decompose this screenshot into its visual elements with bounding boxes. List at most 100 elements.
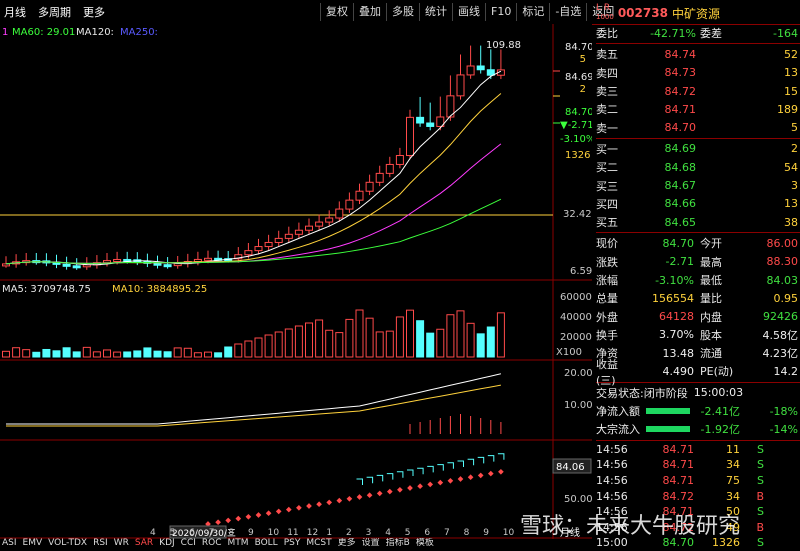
restore-rights-button[interactable]: 复权 — [320, 3, 353, 21]
volume-bar — [33, 352, 40, 357]
volume-bar — [184, 348, 191, 357]
axis-vol-1: 5 — [580, 54, 586, 65]
axis-low: 6.59 — [570, 266, 592, 277]
volume-bar — [73, 352, 80, 357]
sell-row: 卖一 84.70 5 — [596, 118, 800, 136]
candle-body — [336, 209, 343, 218]
axis-volume: 1326 — [565, 150, 590, 161]
x-tick: 8 — [228, 528, 234, 538]
volume-bar — [396, 317, 403, 357]
x-tick: 5 — [170, 528, 176, 538]
quote-panel: 委比 -42.71% 委差 -164 卖五 84.74 52 卖四 84.73 13 卖三 8… — [596, 24, 800, 551]
candle-body — [205, 258, 212, 260]
stock-header: L R 1000 002738 中矿资源 — [596, 4, 720, 22]
candle-body — [407, 117, 414, 155]
tab-vol-tdx[interactable]: VOL-TDX — [48, 538, 87, 549]
candle-body — [346, 200, 353, 209]
watermark: 雪球：未来大牛股研究 — [520, 508, 740, 540]
tab-multi-period[interactable]: 多周期 — [38, 4, 71, 20]
period-tabs: 月线 多周期 更多 — [4, 4, 105, 20]
vol-axis-1: 60000 — [560, 292, 592, 303]
candle-body — [487, 70, 494, 75]
candle-body — [154, 263, 161, 265]
tick-row: 14:56 84.71 34 S — [596, 457, 800, 473]
buy-row: 买二 84.68 54 — [596, 158, 800, 176]
volume-bar — [134, 351, 141, 357]
watchlist-button[interactable]: -自选 — [549, 3, 586, 21]
statistics-button[interactable]: 统计 — [419, 3, 452, 21]
x-tick: 10 — [503, 528, 515, 538]
volume-bar — [386, 331, 393, 357]
legend-ma60: MA60: 29.01 — [12, 27, 75, 38]
tick-row: 14:56 84.71 11 S — [596, 442, 800, 458]
more-menu[interactable]: 更多 — [83, 4, 105, 20]
volume-bar — [376, 332, 383, 357]
volume-bar — [295, 326, 302, 357]
stock-code: 002738 — [618, 6, 668, 20]
draw-line-button[interactable]: 画线 — [452, 3, 485, 21]
volume-bar — [306, 323, 313, 357]
stat-row: 收益(三) 4.490 PE(动) 14.2 — [596, 362, 800, 380]
sar-axis-level: 50.00 — [564, 494, 592, 505]
x-tick: 7 — [209, 528, 215, 538]
candle-body — [306, 226, 313, 230]
tab-monthly[interactable]: 月线 — [4, 4, 26, 20]
tab-emv[interactable]: EMV — [23, 538, 43, 549]
candle-body — [3, 264, 10, 266]
candle-body — [396, 156, 403, 165]
volume-bar — [53, 351, 60, 357]
tab-rsi[interactable]: RSI — [93, 538, 108, 549]
indicator-tabs: ASI EMV VOL-TDX RSI WR SAR KDJ CCI ROC M… — [0, 538, 594, 549]
volume-bar — [255, 338, 262, 357]
tab-sar[interactable]: SAR — [135, 538, 153, 549]
vol-axis-3: 20000 — [560, 332, 592, 343]
tab-mtm[interactable]: MTM — [228, 538, 249, 549]
volume-bar — [437, 329, 444, 357]
tab-roc[interactable]: ROC — [202, 538, 222, 549]
tab-kdj[interactable]: KDJ — [159, 538, 175, 549]
candle-body — [457, 75, 464, 96]
volume-bar — [225, 347, 232, 357]
tab-settings[interactable]: 设置 — [362, 538, 380, 549]
toolbar: 月线 多周期 更多 复权 叠加 多股 统计 画线 F10 标记 -自选 返回 L… — [0, 0, 800, 25]
tab-mcst[interactable]: MCST — [306, 538, 331, 549]
candle-body — [316, 222, 323, 226]
volume-bar — [487, 327, 494, 357]
tab-asi[interactable]: ASI — [2, 538, 17, 549]
candle-body — [386, 164, 393, 173]
volume-bar — [3, 351, 10, 357]
overlay-button[interactable]: 叠加 — [353, 3, 386, 21]
x-tick: 3 — [366, 528, 372, 538]
weibi-value: -42.71% — [636, 27, 696, 40]
candle-body — [326, 218, 333, 222]
volume-bar — [275, 332, 282, 357]
vol-axis-unit: X100 — [556, 347, 582, 358]
volume-bar — [427, 333, 434, 357]
sell-row: 卖二 84.71 189 — [596, 100, 800, 118]
candle-body — [376, 173, 383, 182]
candle-body — [285, 234, 292, 238]
stats-grid: 现价 84.70 今开 86.00 涨跌 -2.71 最高 88.30 涨幅 -3.10% 最低 84… — [596, 234, 800, 380]
volume-bar — [346, 319, 353, 357]
volume-bar — [467, 323, 474, 357]
volume-bar — [336, 333, 343, 357]
volume-bar — [164, 352, 171, 357]
tab-cci[interactable]: CCI — [181, 538, 196, 549]
volume-bar — [356, 310, 363, 357]
volume-bar — [83, 347, 90, 357]
f10-button[interactable]: F10 — [485, 3, 516, 21]
tab-boll[interactable]: BOLL — [255, 538, 278, 549]
mark-button[interactable]: 标记 — [516, 3, 549, 21]
volume-bar — [316, 320, 323, 357]
tab-template[interactable]: 模板 — [416, 538, 434, 549]
tab-indicator-b[interactable]: 指标B — [386, 538, 410, 549]
tab-more[interactable]: 更多 — [338, 538, 356, 549]
tab-psy[interactable]: PSY — [284, 538, 301, 549]
candle-body — [245, 251, 252, 255]
tab-wr[interactable]: WR — [114, 538, 129, 549]
multi-stock-button[interactable]: 多股 — [386, 3, 419, 21]
volume-bar — [285, 329, 292, 357]
stat-row: 总量 156554 量比 0.95 — [596, 289, 800, 307]
candle-body — [114, 259, 121, 261]
kline-chart[interactable]: 1 MA60: 29.01 MA120: MA250: 109.88 84.70… — [0, 24, 592, 549]
